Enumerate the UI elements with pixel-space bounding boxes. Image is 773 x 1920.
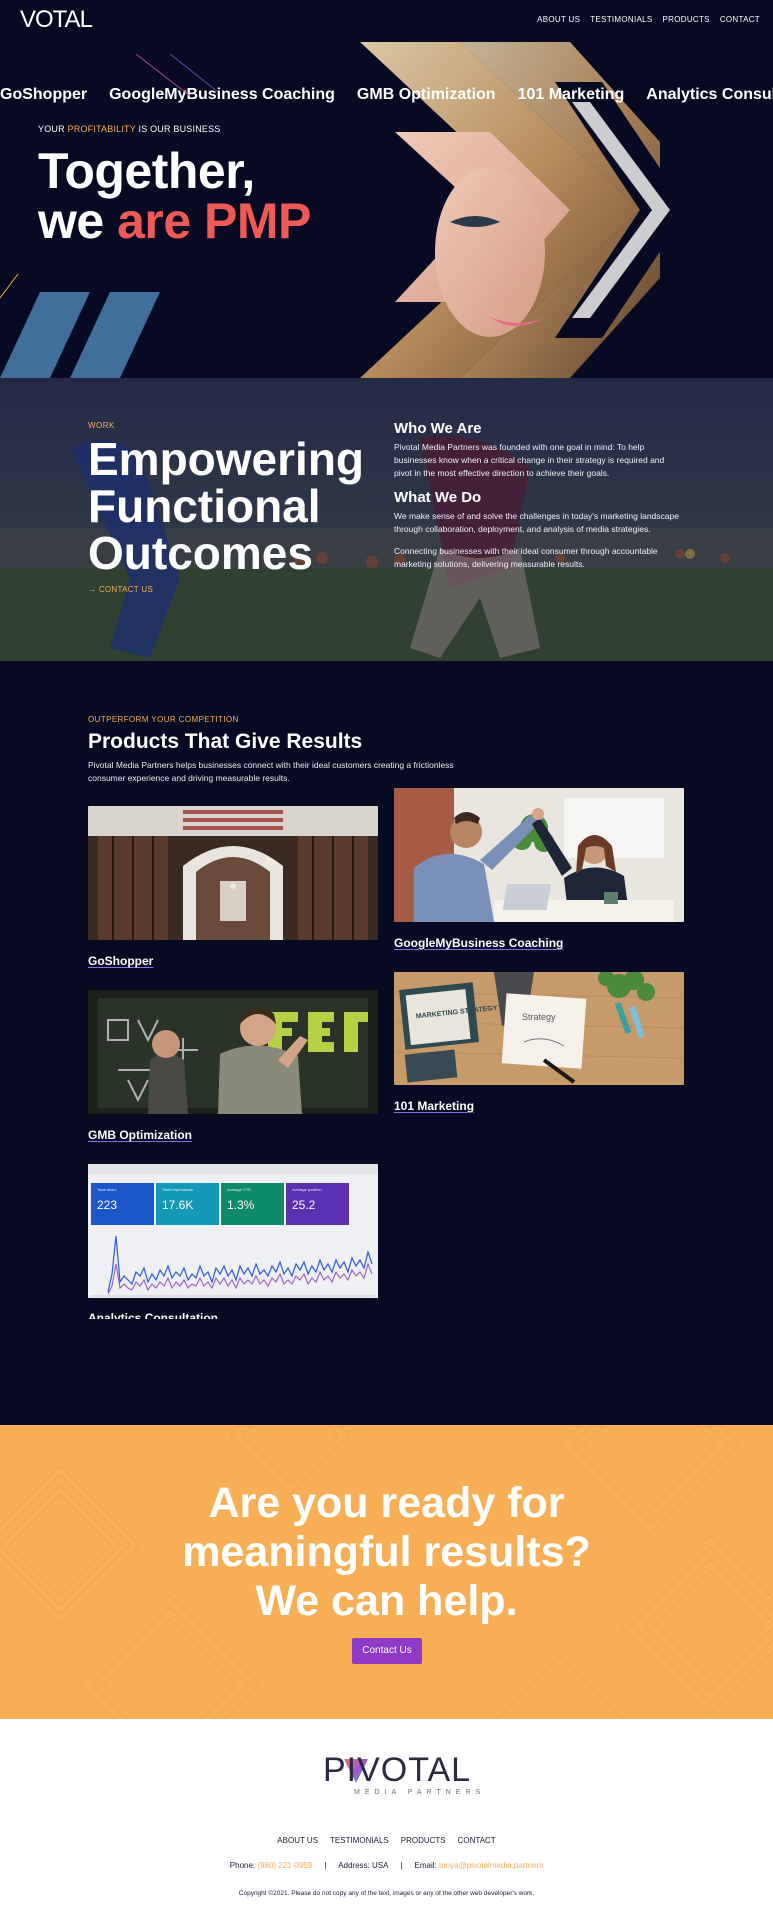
gmb-coaching-image[interactable] — [394, 788, 684, 922]
stat-average-ctr: Average CTR 1.3% — [227, 1187, 255, 1212]
work-eyebrow: WORK — [88, 421, 115, 430]
analytics-stats-row: Total clicks 223 Total impressions 17.6K… — [91, 1183, 349, 1225]
analytics-consultation-link[interactable]: Analytics Consultation — [88, 1311, 218, 1319]
products-eyebrow: OUTPERFORM YOUR COMPETITION — [88, 715, 239, 724]
analytics-image[interactable]: Total clicks 223 Total impressions 17.6K… — [88, 1164, 378, 1298]
analytics-label-clip: Analytics Consultation — [88, 1307, 388, 1319]
marquee-gmb-optimization: GMB Optimization — [356, 86, 496, 103]
footer-logo[interactable]: PIVOTAL — [323, 1751, 471, 1790]
what-we-do-text: We make sense of and solve the challenge… — [394, 511, 679, 534]
who-we-are-heading: Who We Are — [394, 420, 482, 437]
nav-contact[interactable]: CONTACT — [720, 15, 760, 24]
marquee-101-marketing: 101 Marketing — [517, 86, 625, 103]
contact-us-button[interactable]: Contact Us — [352, 1638, 422, 1664]
hero-headline: Together, we are PMP — [38, 143, 311, 249]
hero-tagline: YOUR PROFITABILITY IS OUR BUSINESS — [38, 124, 221, 134]
copyright-text: Copyright ©2021. Please do not copy any … — [238, 1890, 535, 1897]
decorative-stripes — [0, 292, 160, 378]
top-nav: ABOUT US TESTIMONIALS PRODUCTS CONTACT — [537, 15, 760, 24]
nav-testimonials[interactable]: TESTIMONIALS — [590, 15, 652, 24]
address-text: Address: USA — [338, 1861, 388, 1870]
products-description: Pivotal Media Partners helps businesses … — [88, 760, 454, 783]
stat-total-impressions: Total impressions 17.6K — [162, 1187, 194, 1212]
cta-section: Are you ready for meaningful results? We c… — [0, 1425, 773, 1719]
who-we-are-text: Pivotal Media Partners was founded with … — [394, 442, 665, 478]
101-marketing-image[interactable]: MARKETING STRATEGY Strategy — [394, 972, 684, 1085]
site-logo[interactable]: VOTAL — [20, 6, 93, 34]
phone-label: Phone: — [229, 1861, 258, 1870]
footer-nav-about-us[interactable]: ABOUT US — [277, 1836, 318, 1845]
what-we-do-text-2: Connecting businesses with their ideal c… — [394, 546, 658, 569]
footer-nav-products[interactable]: PRODUCTS — [401, 1836, 446, 1845]
nav-products[interactable]: PRODUCTS — [663, 15, 710, 24]
goshopper-link[interactable]: GoShopper — [88, 954, 153, 968]
stat-total-clicks: Total clicks 223 — [97, 1187, 118, 1212]
contact-us-link[interactable]: → CONTACT US — [88, 585, 153, 594]
nav-about-us[interactable]: ABOUT US — [537, 15, 580, 24]
decorative-line — [0, 273, 19, 299]
strategy-note-text: Strategy — [522, 1012, 556, 1022]
site-footer: PIVOTAL MEDIA PARTNERS ABOUT US TESTIMON… — [0, 1719, 773, 1920]
marquee-analytics: Analytics Consultation — [646, 86, 773, 103]
gmb-optimization-link[interactable]: GMB Optimization — [88, 1128, 192, 1142]
services-marquee: GoShopper GoogleMyBusiness Coaching GMB … — [0, 86, 773, 104]
101-marketing-link[interactable]: 101 Marketing — [394, 1099, 474, 1113]
footer-nav: ABOUT US TESTIMONIALS PRODUCTS CONTACT — [0, 1836, 773, 1845]
work-section: WORK Empowering Functional Outcomes → CONT… — [0, 378, 773, 661]
marquee-goshopper: GoShopper — [0, 86, 88, 103]
products-section: OUTPERFORM YOUR COMPETITION Products Tha… — [0, 661, 773, 1425]
footer-contact: Phone: (980) 221-0959 | Address: USA | E… — [229, 1861, 544, 1870]
decorative-lines-top — [135, 53, 219, 97]
email-link[interactable]: tonya@pivotalmedia.partners — [439, 1861, 543, 1870]
email-label: Email: — [414, 1861, 439, 1870]
stat-average-position: Average position 25.2 — [292, 1187, 322, 1212]
gmb-coaching-link[interactable]: GoogleMyBusiness Coaching — [394, 936, 563, 950]
goshopper-image[interactable] — [88, 806, 378, 940]
phone-link[interactable]: (980) 221-0959 — [257, 1861, 312, 1870]
cta-headline: Are you ready for meaningful results? We c… — [182, 1479, 591, 1625]
products-title: Products That Give Results — [88, 730, 363, 753]
hero-section: VOTAL ABOUT US TESTIMONIALS PRODUCTS CON… — [0, 0, 773, 378]
footer-nav-testimonials[interactable]: TESTIMONIALS — [330, 1836, 389, 1845]
footer-logo-subtitle: MEDIA PARTNERS — [354, 1789, 486, 1796]
work-title: Empowering Functional Outcomes — [88, 433, 365, 579]
gmb-optimization-image[interactable] — [88, 990, 378, 1114]
what-we-do-heading: What We Do — [394, 489, 482, 506]
footer-nav-contact[interactable]: CONTACT — [458, 1836, 496, 1845]
